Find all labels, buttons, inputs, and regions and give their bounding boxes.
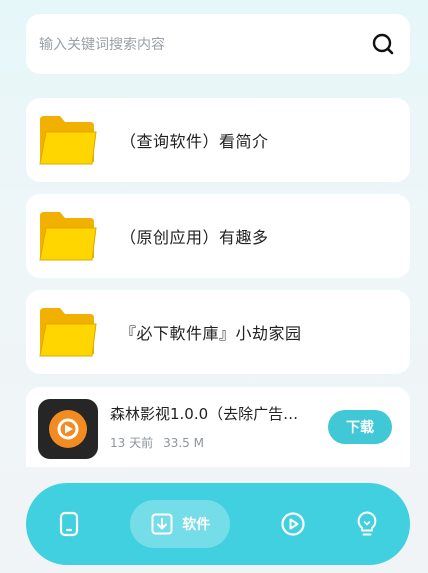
folder-label: 『必下軟件庫』小劫家园 bbox=[120, 324, 302, 343]
phone-icon bbox=[59, 511, 78, 537]
play-app-icon bbox=[38, 399, 98, 459]
bottom-nav: 软件 bbox=[26, 483, 410, 565]
play-icon bbox=[281, 512, 305, 536]
download-button[interactable]: 下载 bbox=[328, 410, 392, 444]
search-icon[interactable] bbox=[370, 31, 396, 57]
folder-label: （查询软件）看简介 bbox=[120, 132, 269, 151]
app-size: 33.5 M bbox=[163, 436, 204, 450]
folder-icon bbox=[39, 308, 97, 357]
folder-icon bbox=[39, 212, 97, 261]
download-icon bbox=[151, 513, 173, 535]
search-input[interactable]: 输入关键词搜索内容 bbox=[39, 34, 370, 54]
nav-item-software[interactable]: 软件 bbox=[130, 500, 231, 548]
app-meta: 13 天前 33.5 M bbox=[110, 434, 310, 451]
lightbulb-icon bbox=[357, 511, 377, 536]
folder-item[interactable]: （原创应用）有趣多 bbox=[26, 194, 410, 278]
nav-item-ideas[interactable] bbox=[355, 500, 379, 548]
app-list-item[interactable]: 森林影视1.0.0（去除广告… 13 天前 33.5 M 下载 bbox=[26, 387, 410, 467]
folder-icon bbox=[39, 116, 97, 165]
nav-item-phone[interactable] bbox=[57, 500, 81, 548]
nav-item-video[interactable] bbox=[280, 500, 306, 548]
app-time: 13 天前 bbox=[110, 436, 154, 450]
folder-item[interactable]: 『必下軟件庫』小劫家园 bbox=[26, 290, 410, 374]
search-bar[interactable]: 输入关键词搜索内容 bbox=[26, 14, 410, 74]
nav-label-software: 软件 bbox=[182, 517, 211, 533]
folder-label: （原创应用）有趣多 bbox=[120, 228, 269, 247]
folder-item[interactable]: （查询软件）看简介 bbox=[26, 98, 410, 182]
app-title: 森林影视1.0.0（去除广告… bbox=[110, 405, 299, 423]
